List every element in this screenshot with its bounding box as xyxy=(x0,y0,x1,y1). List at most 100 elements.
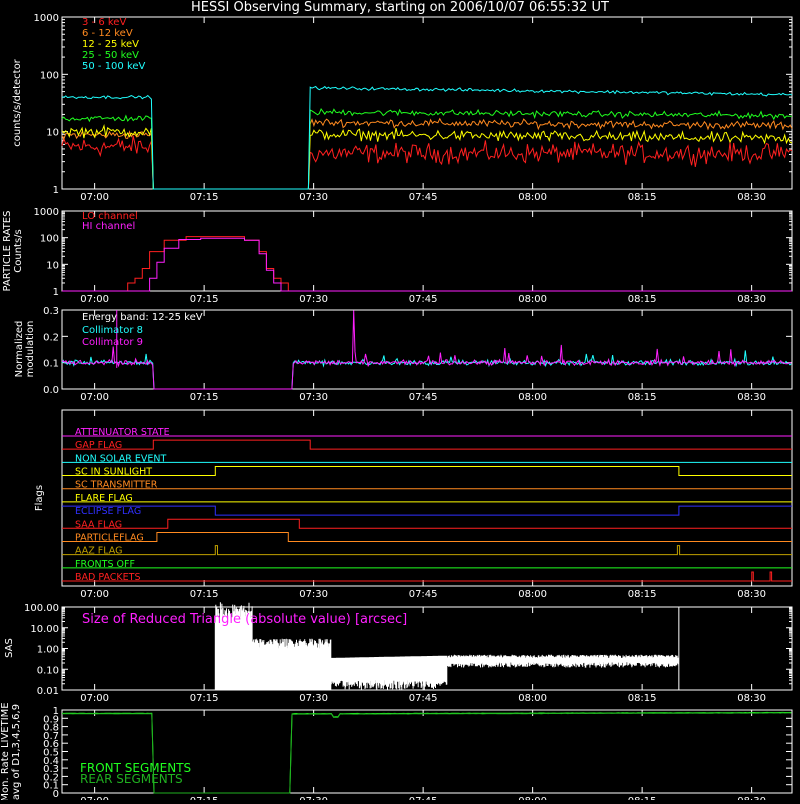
sas-ytick-label: 100.00 xyxy=(24,603,59,614)
flag-label-8: PARTICLEFLAG xyxy=(75,532,144,543)
modulation-xtick-label: 08:30 xyxy=(737,392,766,403)
figure-title: HESSI Observing Summary, starting on 200… xyxy=(191,0,609,15)
flags-xtick-label: 07:15 xyxy=(190,589,219,600)
counts-xtick-label: 08:15 xyxy=(628,192,657,203)
modulation-annotation: Energy band: 12-25 keV xyxy=(82,312,203,323)
particle-xtick-label: 07:15 xyxy=(190,294,219,305)
modulation-ytick-label: 0.1 xyxy=(43,359,59,370)
sas-xtick-label: 07:45 xyxy=(409,693,438,704)
livetime-xtick-label: 08:30 xyxy=(737,796,766,800)
counts-xtick-label: 07:45 xyxy=(409,192,438,203)
particle-legend-1: HI channel xyxy=(82,221,135,232)
observing-summary-figure: HESSI Observing Summary, starting on 200… xyxy=(0,0,800,804)
flag-line-9 xyxy=(62,545,792,556)
counts-legend-3: 25 - 50 keV xyxy=(82,50,139,61)
flag-line-1 xyxy=(62,439,792,450)
counts-legend-1: 6 - 12 keV xyxy=(82,28,133,39)
sas-ytick-label: 1.00 xyxy=(37,645,59,656)
flags-xtick-label: 07:00 xyxy=(80,589,109,600)
livetime-xtick-label: 08:00 xyxy=(518,796,547,800)
flag-label-4: SC TRANSMITTER xyxy=(75,480,158,491)
livetime-xtick-label: 07:45 xyxy=(409,796,438,800)
livetime-ylabel: avg of D1,3,4,5,6,9 xyxy=(11,704,22,800)
flags-xtick-label: 08:30 xyxy=(737,589,766,600)
particle-xtick-label: 08:15 xyxy=(628,294,657,305)
sas-ytick-label: 10.00 xyxy=(30,624,59,635)
flag-label-9: AAZ FLAG xyxy=(75,546,122,557)
flag-line-6 xyxy=(62,505,792,516)
particle-series-0 xyxy=(62,236,792,292)
livetime-ylabel: Mon. Rate LIVETIME xyxy=(0,702,11,800)
sas-xtick-label: 08:30 xyxy=(737,693,766,704)
particle-ytick-label: 1 xyxy=(53,287,59,298)
sas-ytick-label: 0.01 xyxy=(37,686,59,697)
sas-xtick-label: 07:30 xyxy=(299,693,328,704)
counts-series-1 xyxy=(61,117,793,190)
livetime-xtick-label: 07:30 xyxy=(299,796,328,800)
flag-label-10: FRONTS OFF xyxy=(75,559,135,570)
livetime-legend-1: REAR SEGMENTS xyxy=(80,772,183,786)
counts-xtick-label: 08:00 xyxy=(518,192,547,203)
flag-label-2: NON SOLAR EVENT xyxy=(75,453,166,464)
particle-ytick-label: 10 xyxy=(46,260,59,271)
particle-series-1 xyxy=(62,237,792,292)
modulation-ytick-label: 0.3 xyxy=(43,306,59,317)
particle-frame xyxy=(61,210,793,292)
sas-xtick-label: 08:15 xyxy=(628,693,657,704)
counts-ytick-label: 10 xyxy=(46,128,59,139)
counts-legend-0: 3 - 6 keV xyxy=(82,17,126,28)
modulation-xtick-label: 07:30 xyxy=(299,392,328,403)
particle-ytick-label: 1000 xyxy=(34,207,59,218)
flag-label-7: SAA FLAG xyxy=(75,519,122,530)
flag-label-6: ECLIPSE FLAG xyxy=(75,506,141,517)
particle-xtick-label: 07:30 xyxy=(299,294,328,305)
particle-ylabel: PARTICLE RATES xyxy=(2,211,13,292)
particle-ytick-label: 100 xyxy=(40,234,59,245)
counts-xtick-label: 07:15 xyxy=(190,192,219,203)
counts-xtick-label: 07:00 xyxy=(80,192,109,203)
flag-label-11: BAD PACKETS xyxy=(75,572,141,583)
flag-line-11 xyxy=(62,571,792,582)
livetime-xtick-label: 07:00 xyxy=(80,796,109,800)
counts-legend-2: 12 - 25 keV xyxy=(82,39,139,50)
sas-ytick-label: 0.10 xyxy=(37,665,59,676)
particle-xtick-label: 08:00 xyxy=(518,294,547,305)
flag-label-3: SC IN SUNLIGHT xyxy=(75,467,152,478)
flag-label-5: FLARE FLAG xyxy=(75,493,133,504)
counts-series-0 xyxy=(61,135,793,190)
flags-ylabel: Flags xyxy=(34,485,45,511)
flag-line-7 xyxy=(62,518,792,529)
counts-ylabel: counts/s/detector xyxy=(12,58,23,146)
modulation-series-0 xyxy=(61,350,792,390)
modulation-legend-0: Collimator 8 xyxy=(82,325,143,336)
flag-label-1: GAP FLAG xyxy=(75,440,122,451)
flags-xtick-label: 07:30 xyxy=(299,589,328,600)
sas-annotation: Size of Reduced Triangle (absolute value… xyxy=(82,612,407,627)
flags-xtick-label: 08:15 xyxy=(628,589,657,600)
particle-xtick-label: 07:45 xyxy=(409,294,438,305)
flag-label-0: ATTENUATOR STATE xyxy=(75,427,170,438)
modulation-ytick-label: 0.2 xyxy=(43,332,59,343)
livetime-xtick-label: 08:15 xyxy=(628,796,657,800)
sas-xtick-label: 07:15 xyxy=(190,693,219,704)
counts-ytick-label: 1 xyxy=(53,185,59,196)
counts-ytick-label: 100 xyxy=(40,70,59,81)
modulation-ylabel: modulation xyxy=(25,321,36,378)
flag-line-3 xyxy=(62,466,792,477)
sas-xtick-label: 08:00 xyxy=(518,693,547,704)
counts-legend-4: 50 - 100 keV xyxy=(82,61,146,72)
sas-ylabel: SAS xyxy=(4,638,15,658)
flags-xtick-label: 08:00 xyxy=(518,589,547,600)
modulation-xtick-label: 08:15 xyxy=(628,392,657,403)
modulation-xtick-label: 07:00 xyxy=(80,392,109,403)
counts-xtick-label: 07:30 xyxy=(299,192,328,203)
particle-ylabel: Counts/s xyxy=(13,229,24,273)
chart-canvas: 07:00 07:15 07:30 07:45 08:00 08:15 08:3011010… xyxy=(0,13,793,804)
counts-frame xyxy=(61,16,793,190)
modulation-ylabel: Normalized xyxy=(14,321,25,378)
flags-xtick-label: 07:45 xyxy=(409,589,438,600)
modulation-xtick-label: 07:45 xyxy=(409,392,438,403)
modulation-ytick-label: 0.0 xyxy=(43,385,59,396)
flag-line-8 xyxy=(62,531,792,542)
modulation-xtick-label: 08:00 xyxy=(518,392,547,403)
